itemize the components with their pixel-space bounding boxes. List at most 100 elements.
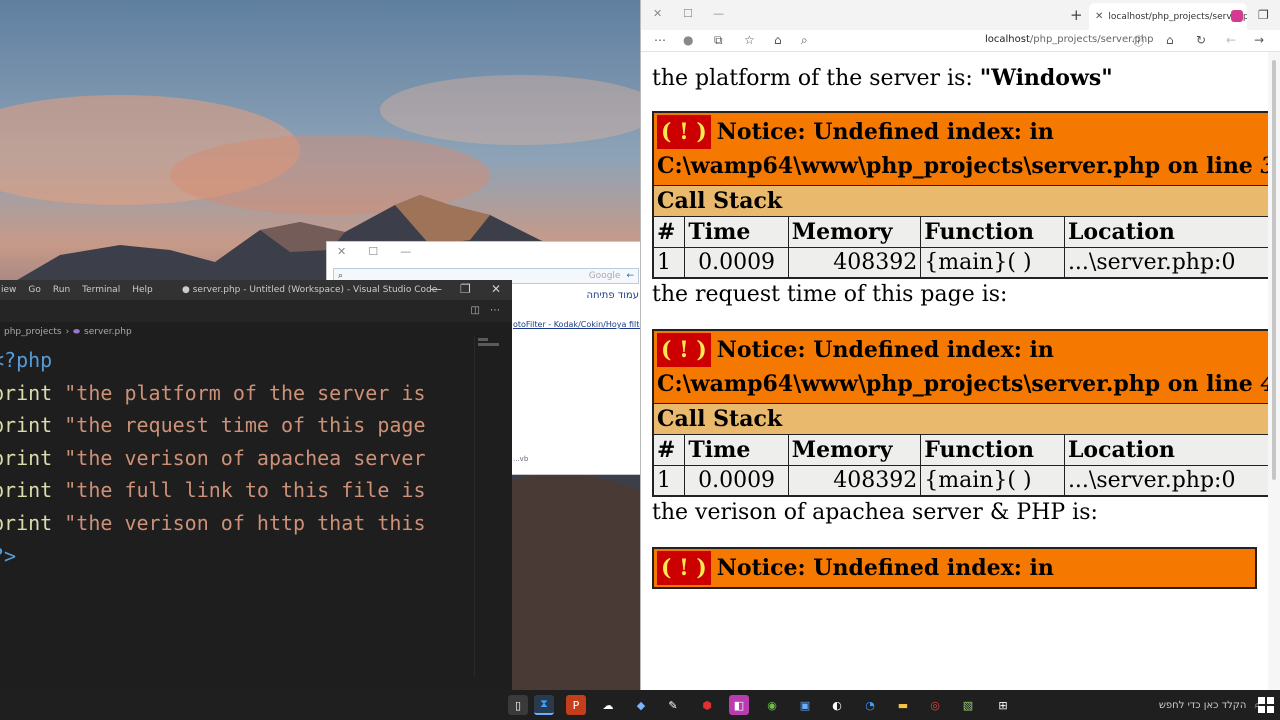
vscode-icon[interactable]: ⧗: [534, 695, 554, 715]
col-header: Time: [684, 216, 789, 248]
output-line-apache-version: the verison of apachea server & PHP is:: [652, 500, 1098, 525]
minimize-icon[interactable]: —: [713, 7, 724, 20]
menu-help[interactable]: Help: [132, 285, 153, 295]
browser-tabbar: ✕ ☐ — + ✕ localhost/php_projects/server.…: [641, 0, 1280, 30]
notice-message: Notice: Undefined index: in: [716, 119, 1054, 145]
minimize-icon[interactable]: —: [400, 245, 411, 258]
scrollbar-thumb[interactable]: [1272, 60, 1276, 480]
maximize-icon[interactable]: ☐: [368, 245, 378, 258]
col-header: Time: [684, 434, 789, 466]
cell-index: 1: [652, 247, 686, 279]
table-row: 1 0.0009 408392 {main}( ) ...\server.php…: [652, 247, 1269, 279]
maximize-icon[interactable]: ☐: [683, 7, 693, 20]
app-icon[interactable]: ◉: [762, 695, 782, 715]
close-icon[interactable]: ✕: [337, 245, 346, 258]
app-icon[interactable]: ▣: [795, 695, 815, 715]
minimize-icon[interactable]: —: [430, 282, 442, 296]
app-icon[interactable]: ◐: [827, 695, 847, 715]
notice-header: ( ! ) Notice: Undefined index: in C:\wamp…: [652, 329, 1269, 404]
browser-toolbar: ⋯ ● ⧉ ☆ ⌂ ⌕ localhost/php_projects/serve…: [641, 30, 1280, 52]
edge-browser-window[interactable]: ✕ ☐ — + ✕ localhost/php_projects/server.…: [640, 0, 1280, 690]
print-keyword: print: [0, 380, 53, 405]
tab-actions-icon[interactable]: ❐: [1258, 8, 1269, 22]
close-icon[interactable]: ✕: [653, 7, 662, 20]
restore-icon[interactable]: ❐: [460, 282, 471, 296]
vscode-menubar: iew Go Run Terminal Help: [0, 285, 153, 295]
breadcrumb: php_projects › ⬬ server.php: [0, 322, 512, 342]
browser-tab[interactable]: ✕ localhost/php_projects/server.p: [1089, 3, 1247, 30]
code-line: print "the verison of http that this: [0, 507, 512, 540]
minimap[interactable]: [474, 336, 502, 676]
page-content: the platform of the server is: "Windows"…: [641, 52, 1269, 690]
taskbar-search-text: הקלד כאן כדי לחפש: [1158, 699, 1247, 711]
app-icon[interactable]: ▯: [508, 695, 528, 715]
col-header: Function: [920, 434, 1065, 466]
breadcrumb-file[interactable]: server.php: [84, 327, 132, 337]
code-editor[interactable]: <?php print "the platform of the server …: [0, 342, 512, 572]
forward-icon[interactable]: ←: [1226, 33, 1236, 47]
powerpoint-icon[interactable]: P: [566, 695, 586, 715]
breadcrumb-folder[interactable]: php_projects: [4, 327, 62, 337]
folder-icon[interactable]: ▬: [893, 695, 913, 715]
notice-badge: ( ! ): [657, 551, 711, 585]
home-icon[interactable]: ⌂: [1166, 33, 1174, 47]
close-tab-icon[interactable]: ✕: [1095, 11, 1103, 22]
ie-search-placeholder: Google: [588, 271, 621, 281]
app-icon[interactable]: ◧: [729, 695, 749, 715]
php-close-tag: ?>: [0, 543, 17, 568]
avatar[interactable]: ●: [683, 33, 693, 47]
app-icon[interactable]: ✎: [663, 695, 683, 715]
menu-go[interactable]: Go: [28, 285, 40, 295]
info-icon[interactable]: ⓘ: [1133, 33, 1144, 49]
split-editor-icon[interactable]: ◫: [471, 305, 480, 316]
ie-homepage-link[interactable]: עמוד פתיחה: [586, 290, 639, 301]
windows-start-icon[interactable]: [1258, 697, 1274, 713]
edge-icon[interactable]: ◔: [860, 695, 880, 715]
notice-header: ( ! ) Notice: Undefined index: in: [652, 547, 1257, 589]
cell-memory: 408392: [787, 247, 922, 279]
notice-message: Notice: Undefined index: in: [716, 337, 1054, 363]
menu-run[interactable]: Run: [53, 285, 70, 295]
app-icon[interactable]: ◆: [631, 695, 651, 715]
table-row: 1 0.0009 408392 {main}( ) ...\server.php…: [652, 465, 1269, 497]
new-tab-button[interactable]: +: [1070, 6, 1083, 24]
menu-dots-icon[interactable]: ⋯: [654, 33, 666, 47]
code-string: "the platform of the server is: [64, 380, 426, 405]
read-aloud-icon[interactable]: ⌂: [774, 33, 782, 47]
cell-function: {main}( ): [920, 247, 1065, 279]
address-bar[interactable]: localhost/php_projects/server.php: [985, 34, 1154, 45]
menu-terminal[interactable]: Terminal: [82, 285, 120, 295]
app-icon[interactable]: ▧: [958, 695, 978, 715]
vscode-window[interactable]: iew Go Run Terminal Help ● server.php - …: [0, 280, 512, 690]
close-icon[interactable]: ✕: [491, 282, 501, 296]
notice-header: ( ! ) Notice: Undefined index: in C:\wamp…: [652, 111, 1269, 186]
output-text: the platform of the server is:: [652, 66, 980, 91]
more-actions-icon[interactable]: ⋯: [490, 305, 500, 316]
taskview-icon[interactable]: ⊞: [993, 695, 1013, 715]
page-scrollbar[interactable]: [1268, 52, 1280, 690]
code-line: print "the platform of the server is: [0, 377, 512, 410]
xdebug-notice-table: ( ! ) Notice: Undefined index: in C:\wamp…: [652, 111, 1269, 279]
taskbar-search-box[interactable]: הקלד כאן כדי לחפש ⌕: [1100, 694, 1260, 716]
col-header: Location: [1063, 216, 1269, 248]
col-header: #: [652, 434, 686, 466]
search-icon[interactable]: ⌕: [801, 33, 808, 48]
back-icon[interactable]: →: [1254, 33, 1264, 47]
php-file-icon: ⬬: [73, 327, 81, 336]
output-value: "Windows": [979, 65, 1113, 91]
ie-favorite-link[interactable]: otoFilter - Kodak/Cokin/Hoya filters: [513, 320, 647, 329]
back-arrow-icon[interactable]: ←: [626, 271, 634, 281]
menu-view[interactable]: iew: [1, 285, 16, 295]
profile-icon[interactable]: [1231, 10, 1243, 22]
refresh-icon[interactable]: ↻: [1196, 33, 1206, 47]
app-icon[interactable]: ☁: [598, 695, 618, 715]
app-icon[interactable]: ⬢: [697, 695, 717, 715]
print-keyword: print: [0, 445, 53, 470]
chrome-icon[interactable]: ◎: [925, 695, 945, 715]
output-line-platform: the platform of the server is: "Windows": [652, 64, 1269, 93]
col-header: Location: [1063, 434, 1269, 466]
collections-icon[interactable]: ⧉: [714, 33, 723, 48]
print-keyword: print: [0, 478, 53, 503]
vscode-titlebar: iew Go Run Terminal Help ● server.php - …: [0, 280, 512, 300]
favorites-icon[interactable]: ☆: [744, 33, 755, 47]
